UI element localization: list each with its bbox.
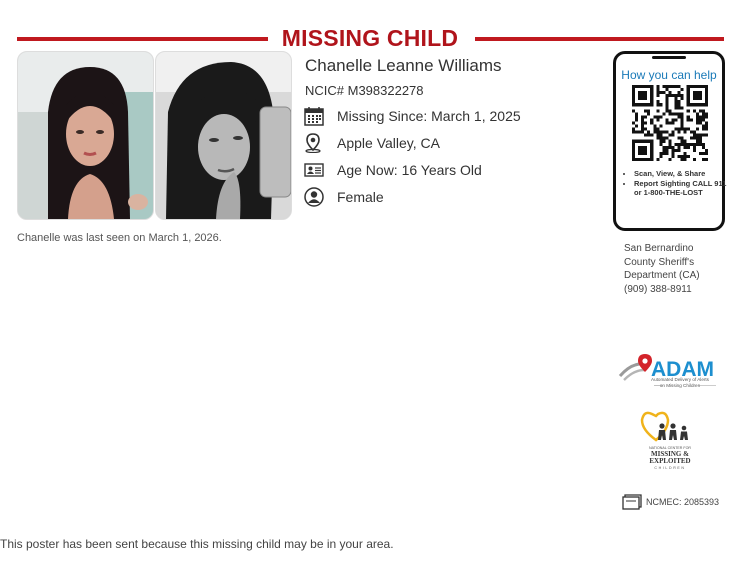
help-phone-panel: How you can help Scan, View, & Share Rep… <box>613 51 726 231</box>
child-photo-1 <box>17 51 154 220</box>
footer-note: This poster has been sent because this m… <box>0 537 394 551</box>
child-name: Chanelle Leanne Williams <box>305 56 502 75</box>
age-text: Age Now: 16 Years Old <box>337 162 482 178</box>
qr-code[interactable] <box>632 85 708 161</box>
agency-name-line: San Bernardino <box>624 243 694 254</box>
child-photo-2 <box>155 51 292 220</box>
calendar-icon <box>304 107 324 126</box>
missing-since-text: Missing Since: March 1, 2025 <box>337 108 521 124</box>
location-text: Apple Valley, CA <box>337 135 440 151</box>
adam-tagline: on Missing Children <box>660 383 701 388</box>
header-rule-right <box>475 37 724 41</box>
adam-logo: ADAM Automated Delivery of Alerts on Mis… <box>618 354 716 388</box>
map-pin-icon <box>305 133 321 153</box>
poster-title: MISSING CHILD <box>281 25 459 51</box>
agency-name-line: County Sheriff's <box>624 256 695 268</box>
agency-name-line: Department (CA) <box>624 270 700 281</box>
id-card-icon <box>304 163 324 177</box>
sex-text: Female <box>337 189 384 205</box>
tip-item: Report Sighting CALL 911 or 1-800-THE-LO… <box>634 179 730 197</box>
case-number: NCMEC: 2085393 <box>646 497 720 507</box>
ncic-number: NCIC# M398322278 <box>305 83 424 98</box>
adam-tagline: Automated Delivery of Alerts <box>651 377 710 382</box>
ncmec-logo: NATIONAL CENTER FOR MISSING & EXPLOITED … <box>640 411 691 470</box>
ncmec-text: EXPLOITED <box>649 457 690 465</box>
agency-phone[interactable]: (909) 388-8911 <box>624 283 734 297</box>
header-rule-left <box>17 37 268 41</box>
tip-item: Scan, View, & Share <box>634 169 730 178</box>
case-files-icon <box>622 494 642 510</box>
agency-contact: San Bernardino County Sheriff's Departme… <box>624 242 734 296</box>
last-seen-note: Chanelle was last seen on March 1, 2026. <box>17 232 222 244</box>
help-title: How you can help <box>621 68 717 82</box>
phone-notch <box>652 56 686 59</box>
help-tips-list: Scan, View, & Share Report Sighting CALL… <box>624 169 730 198</box>
ncmec-text: CHILDREN <box>654 466 685 470</box>
person-icon <box>304 187 324 207</box>
